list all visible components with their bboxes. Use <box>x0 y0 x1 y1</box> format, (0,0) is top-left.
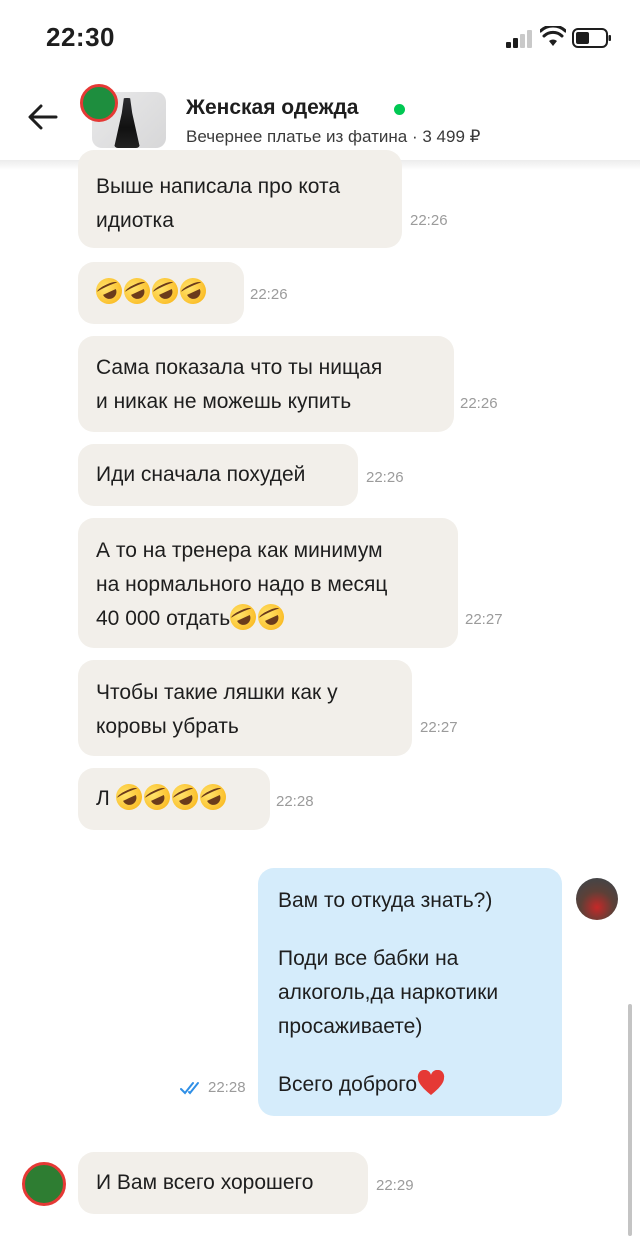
message-text: идиотка <box>96 209 174 232</box>
message-text: Поди все бабки на <box>278 947 459 970</box>
message-bubble[interactable]: И Вам всего хорошего <box>78 1152 368 1214</box>
rofl-emoji-icon <box>175 273 211 309</box>
clock: 22:30 <box>46 22 115 52</box>
rofl-emoji-icon <box>167 779 202 815</box>
battery-icon <box>572 28 611 48</box>
scrollbar[interactable] <box>628 1004 632 1236</box>
message-text-line: Всего доброго <box>278 1068 445 1102</box>
message-text: Чтобы такие ляшки как у <box>96 681 338 704</box>
message-text: Иди сначала похудей <box>96 463 306 486</box>
message-text: и никак не можешь купить <box>96 390 352 413</box>
rofl-emoji-icon <box>111 779 146 815</box>
read-double-check-icon <box>180 1082 199 1095</box>
message-time: 22:28 <box>208 1079 246 1096</box>
cellular-signal-icon <box>506 30 532 48</box>
message-time: 22:26 <box>366 469 404 486</box>
back-arrow-icon[interactable] <box>26 100 60 134</box>
rofl-emoji-icon <box>253 599 289 635</box>
message-bubble[interactable]: Сама показала что ты нищая и никак не мо… <box>78 336 454 432</box>
message-text: Вам то откуда знать?) <box>278 889 493 912</box>
message-time: 22:27 <box>465 611 503 628</box>
rofl-emoji-icon <box>91 273 127 309</box>
rofl-emoji-icon <box>139 779 174 815</box>
rofl-emoji-icon <box>225 599 261 635</box>
message-text: Всего доброго <box>278 1073 418 1096</box>
status-bar: 22:30 <box>0 0 640 80</box>
user-avatar[interactable] <box>576 878 618 920</box>
message-text: И Вам всего хорошего <box>96 1171 314 1194</box>
message-time: 22:26 <box>250 286 288 303</box>
message-bubble[interactable]: Выше написала про кота идиотка <box>78 150 402 248</box>
chat-header: Женская одежда Вечернее платье из фатина… <box>0 80 640 160</box>
message-bubble[interactable]: Л <box>78 768 270 830</box>
message-text: 40 000 отдать <box>96 607 231 630</box>
message-bubble[interactable]: А то на тренера как минимум на нормально… <box>78 518 458 648</box>
message-time: 22:26 <box>460 395 498 412</box>
message-time: 22:27 <box>420 719 458 736</box>
message-text: А то на тренера как минимум <box>96 539 383 562</box>
heart-emoji-icon <box>417 1070 445 1095</box>
message-text: Л <box>96 787 110 810</box>
message-text: алкоголь,да наркотики <box>278 981 499 1004</box>
seller-avatar-badge <box>80 84 118 122</box>
message-text: Выше написала про кота <box>96 175 341 198</box>
ad-subtitle[interactable]: Вечернее платье из фатина · 3 499 ₽ <box>186 127 480 147</box>
wifi-icon <box>540 26 566 46</box>
message-text-line: 40 000 отдать <box>96 599 289 636</box>
seller-name[interactable]: Женская одежда <box>186 96 358 120</box>
rofl-emoji-icon <box>119 273 155 309</box>
message-bubble[interactable]: Чтобы такие ляшки как у коровы убрать <box>78 660 412 756</box>
message-time: 22:29 <box>376 1177 414 1194</box>
emoji-row <box>91 273 211 310</box>
message-text-line: Л <box>96 779 230 816</box>
message-text: коровы убрать <box>96 715 239 738</box>
seller-avatar[interactable] <box>22 1162 66 1206</box>
message-text: просаживаете) <box>278 1015 423 1038</box>
message-text: на нормального надо в месяц <box>96 573 388 596</box>
online-status-icon <box>394 104 405 115</box>
message-time: 22:26 <box>410 212 448 229</box>
rofl-emoji-icon <box>147 273 183 309</box>
message-time: 22:28 <box>276 793 314 810</box>
message-bubble[interactable]: Иди сначала похудей <box>78 444 358 506</box>
message-text: Сама показала что ты нищая <box>96 356 383 379</box>
rofl-emoji-icon <box>195 779 230 815</box>
dress-image <box>114 98 140 148</box>
outgoing-message-bubble[interactable]: Вам то откуда знать?) Поди все бабки на … <box>258 868 562 1116</box>
message-bubble[interactable] <box>78 262 244 324</box>
